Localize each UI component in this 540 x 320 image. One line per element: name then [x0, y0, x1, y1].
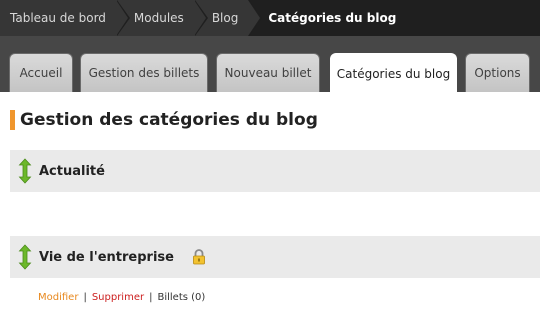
tab-label: Gestion des billets [88, 66, 200, 80]
page-header: Gestion des catégories du blog [10, 110, 318, 130]
breadcrumb-current: Catégories du blog [248, 0, 406, 36]
category-row: Vie de l'entreprise [10, 236, 540, 278]
drag-vertical-arrows-icon[interactable] [18, 158, 32, 184]
tab-label: Nouveau billet [224, 66, 312, 80]
padlock-icon [193, 249, 205, 265]
tab-accueil[interactable]: Accueil [9, 53, 73, 92]
separator: | [83, 292, 87, 303]
page-title: Gestion des catégories du blog [20, 110, 318, 130]
title-accent-bar [10, 110, 15, 130]
category-row: Actualité [10, 150, 540, 192]
category-name: Actualité [39, 163, 105, 179]
breadcrumb-item-tableau-de-bord[interactable]: Tableau de bord [0, 0, 130, 36]
tab-categories-du-blog[interactable]: Catégories du blog [330, 53, 457, 93]
category-name: Vie de l'entreprise [39, 249, 174, 265]
category-actions: Modifier | Supprimer | Billets (0) [38, 292, 205, 303]
tab-bar: Accueil Gestion des billets Nouveau bill… [0, 36, 540, 93]
tab-label: Catégories du blog [336, 66, 451, 81]
breadcrumb-label: Modules [133, 11, 184, 25]
tab-gestion-des-billets[interactable]: Gestion des billets [80, 53, 208, 92]
breadcrumb-label: Tableau de bord [10, 11, 106, 25]
tab-nouveau-billet[interactable]: Nouveau billet [216, 53, 320, 92]
delete-link[interactable]: Supprimer [92, 292, 144, 303]
edit-link[interactable]: Modifier [38, 292, 78, 303]
breadcrumb: Tableau de bord Modules Blog Catégories … [0, 0, 540, 36]
post-count: Billets (0) [157, 292, 206, 303]
breadcrumb-current-label: Catégories du blog [268, 11, 397, 25]
separator: | [149, 292, 153, 303]
tab-options[interactable]: Options [465, 53, 530, 92]
tab-label: Accueil [19, 66, 63, 80]
drag-vertical-arrows-icon[interactable] [18, 244, 32, 270]
breadcrumb-label: Blog [211, 11, 239, 25]
tab-label: Options [474, 66, 521, 80]
